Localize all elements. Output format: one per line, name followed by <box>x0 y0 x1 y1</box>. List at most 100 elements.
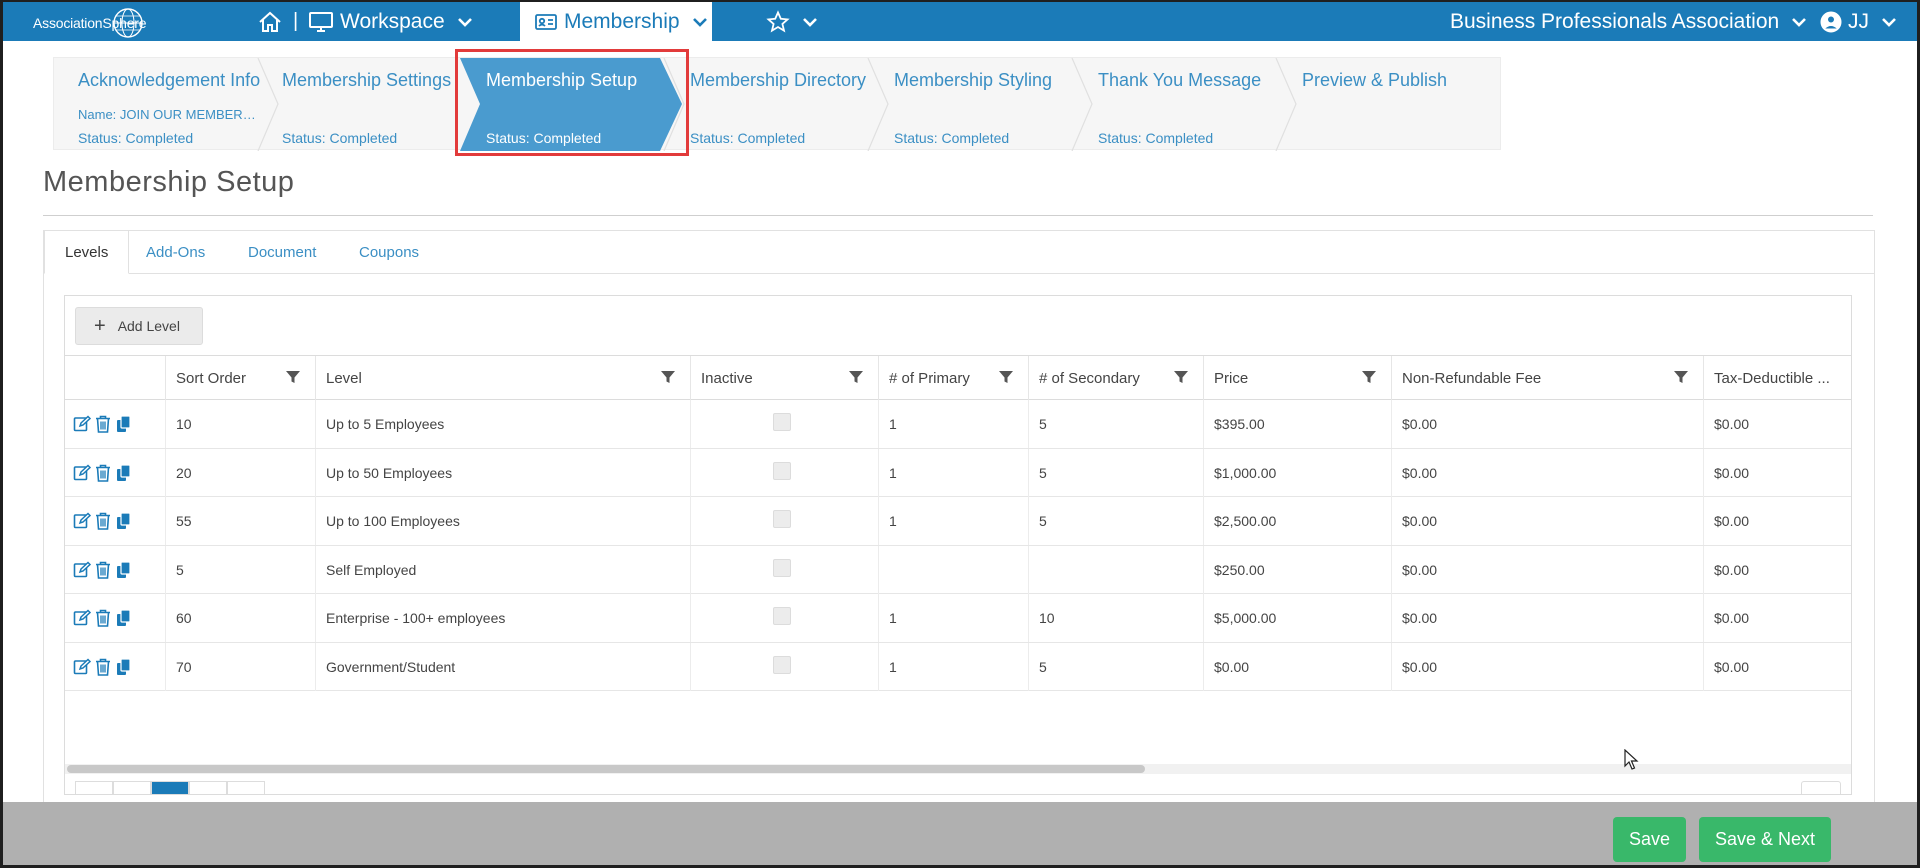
header-inactive[interactable]: Inactive <box>690 356 878 400</box>
step-name: Name: JOIN OUR MEMBERSHIP <box>78 107 258 122</box>
copy-icon[interactable] <box>115 560 133 584</box>
next-page-button[interactable] <box>189 781 227 794</box>
filter-icon[interactable] <box>998 369 1014 385</box>
header-label: # of Primary <box>889 369 970 387</box>
tab-coupons[interactable]: Coupons <box>359 231 419 274</box>
inactive-checkbox[interactable] <box>773 413 791 431</box>
delete-icon[interactable] <box>95 415 111 438</box>
cell-inactive <box>690 545 878 594</box>
header-label: # of Secondary <box>1039 369 1140 387</box>
chevron-down-icon <box>1882 17 1896 27</box>
last-page-button[interactable] <box>227 781 265 794</box>
cell-secondary: 5 <box>1028 642 1203 691</box>
filter-icon[interactable] <box>1173 369 1189 385</box>
save-button[interactable]: Save <box>1613 817 1686 862</box>
header-label: Tax-Deductible ... <box>1714 369 1830 387</box>
step-membership-directory[interactable]: Membership Directory Status: Completed <box>666 58 870 151</box>
cell-tax-deductible: $0.00 <box>1703 642 1843 691</box>
pager <box>75 781 265 794</box>
step-status: Status: Completed <box>486 130 602 146</box>
inactive-checkbox[interactable] <box>773 655 791 674</box>
organization-menu[interactable]: Business Professionals Association <box>1450 2 1807 41</box>
table-row: 60 Enterprise - 100+ employees 1 10 $5,000.0… <box>65 594 1851 643</box>
star-icon <box>766 9 790 32</box>
copy-icon[interactable] <box>115 609 133 632</box>
refresh-button[interactable] <box>1801 781 1841 794</box>
filter-icon[interactable] <box>660 369 676 385</box>
first-page-button[interactable] <box>75 781 113 794</box>
wizard-steps: Acknowledgement Info Name: JOIN OUR MEMB… <box>53 57 1501 151</box>
edit-icon[interactable] <box>73 512 92 535</box>
filter-icon[interactable] <box>285 369 301 385</box>
chevron-down-icon <box>692 17 707 27</box>
inactive-checkbox[interactable] <box>773 510 791 528</box>
header-tax-deductible[interactable]: Tax-Deductible ... <box>1703 356 1843 400</box>
delete-icon[interactable] <box>95 512 111 535</box>
membership-label: Membership <box>564 9 680 33</box>
inactive-checkbox[interactable] <box>773 558 791 577</box>
edit-icon[interactable] <box>73 415 92 438</box>
inactive-checkbox[interactable] <box>773 607 791 625</box>
filter-icon[interactable] <box>848 369 864 385</box>
cell-primary: 1 <box>878 497 1028 545</box>
save-next-button[interactable]: Save & Next <box>1699 817 1831 862</box>
tab-document[interactable]: Document <box>248 231 316 274</box>
copy-icon[interactable] <box>115 657 133 681</box>
step-membership-styling[interactable]: Membership Styling Status: Completed <box>870 58 1074 151</box>
delete-icon[interactable] <box>95 609 111 632</box>
cell-level: Up to 100 Employees <box>315 497 690 545</box>
tab-add-ons[interactable]: Add-Ons <box>146 231 205 274</box>
cell-inactive <box>690 448 878 497</box>
header-label: Sort Order <box>176 369 247 387</box>
logo[interactable]: AssociationSphere <box>31 7 155 38</box>
edit-icon[interactable] <box>73 560 92 584</box>
table-row: 55 Up to 100 Employees 1 5 $2,500.00 $0.00 $0.… <box>65 497 1851 546</box>
copy-icon[interactable] <box>115 463 133 487</box>
page-1-button[interactable] <box>151 781 189 794</box>
edit-icon[interactable] <box>73 463 92 487</box>
delete-icon[interactable] <box>95 658 111 681</box>
scrollbar-thumb[interactable] <box>67 765 1145 773</box>
cell-sort-order: 20 <box>165 448 315 497</box>
prev-page-button[interactable] <box>113 781 151 794</box>
edit-icon[interactable] <box>73 657 92 681</box>
delete-icon[interactable] <box>95 464 111 487</box>
step-acknowledgement-info[interactable]: Acknowledgement Info Name: JOIN OUR MEMB… <box>54 58 260 151</box>
add-level-button[interactable]: + Add Level <box>75 307 203 345</box>
header-secondary[interactable]: # of Secondary <box>1028 356 1203 400</box>
header-primary[interactable]: # of Primary <box>878 356 1028 400</box>
user-menu[interactable]: JJ <box>1820 2 1897 41</box>
delete-icon[interactable] <box>95 561 111 584</box>
organization-name: Business Professionals Association <box>1450 9 1780 33</box>
membership-menu[interactable]: Membership <box>520 2 712 41</box>
step-membership-settings[interactable]: Membership Settings Status: Completed <box>258 58 460 151</box>
edit-icon[interactable] <box>73 609 92 632</box>
cell-sort-order: 5 <box>165 545 315 594</box>
cell-tax-deductible: $0.00 <box>1703 400 1843 448</box>
cell-tax-deductible: $0.00 <box>1703 545 1843 594</box>
step-status: Status: Completed <box>690 130 806 146</box>
inactive-checkbox[interactable] <box>773 461 791 480</box>
copy-icon[interactable] <box>115 512 133 535</box>
copy-icon[interactable] <box>115 415 133 438</box>
horizontal-scrollbar[interactable] <box>65 764 1851 774</box>
table-row: 70 Government/Student 1 5 $0.00 $0.00 $0.00 <box>65 642 1851 691</box>
step-preview-publish[interactable]: Preview & Publish <box>1278 58 1482 151</box>
step-membership-setup[interactable]: Membership Setup Status: Completed <box>462 58 666 151</box>
workspace-menu[interactable]: Workspace <box>308 2 473 41</box>
footer-bar: Save Save & Next <box>3 802 1917 865</box>
home-button[interactable] <box>257 2 283 41</box>
header-level[interactable]: Level <box>315 356 690 400</box>
chevron-down-icon <box>1792 17 1807 27</box>
step-thank-you-message[interactable]: Thank You Message Status: Completed <box>1074 58 1278 151</box>
filter-icon[interactable] <box>1673 369 1689 385</box>
cell-sort-order: 10 <box>165 400 315 448</box>
tab-levels[interactable]: Levels <box>44 230 130 274</box>
favorites-menu[interactable] <box>766 2 818 41</box>
header-sort-order[interactable]: Sort Order <box>165 356 315 400</box>
grid-toolbar: + Add Level <box>65 296 1851 356</box>
nav-divider: | <box>293 10 299 32</box>
header-price[interactable]: Price <box>1203 356 1391 400</box>
header-non-refundable-fee[interactable]: Non-Refundable Fee <box>1391 356 1703 400</box>
filter-icon[interactable] <box>1361 369 1377 385</box>
